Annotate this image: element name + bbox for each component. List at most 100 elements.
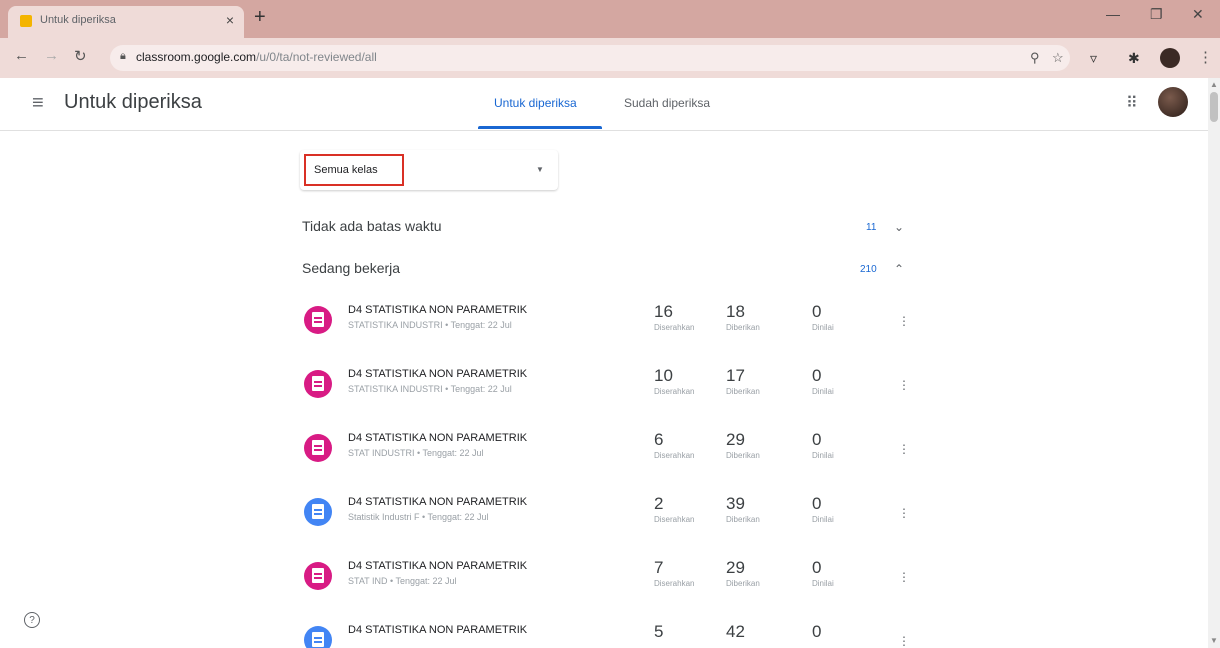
graded-count: 0 <box>812 302 822 321</box>
graded-stat: 0 Dinilai <box>812 430 872 460</box>
extensions-puzzle-icon[interactable]: ✱ <box>1128 50 1140 67</box>
account-avatar[interactable] <box>1158 87 1188 117</box>
classroom-favicon-icon <box>20 15 32 27</box>
assignment-subtitle: STATISTIKA INDUSTRI • Tenggat: 22 Jul <box>348 320 512 330</box>
assignment-icon <box>304 626 332 648</box>
graded-stat: 0 Dinilai <box>812 302 872 332</box>
turned-in-label: Diserahkan <box>654 387 695 396</box>
browser-toolbar: ← → ↻ 🔒︎ classroom.google.com/u/0/ta/not… <box>0 38 1220 79</box>
turned-in-label: Diserahkan <box>654 579 695 588</box>
minimize-icon[interactable]: — <box>1106 6 1120 22</box>
graded-count: 0 <box>812 430 822 449</box>
profile-avatar-icon[interactable] <box>1160 48 1180 68</box>
assignment-subtitle: STAT IND • Tenggat: 22 Jul <box>348 576 457 586</box>
assigned-label: Diberikan <box>726 387 760 396</box>
section-in-progress[interactable]: Sedang bekerja <box>302 260 400 276</box>
filter-selected-value: Semua kelas <box>314 164 378 176</box>
page-scrollbar[interactable]: ▲ ▼ <box>1208 78 1220 648</box>
tab-untuk-diperiksa[interactable]: Untuk diperiksa <box>494 96 577 110</box>
scroll-down-icon[interactable]: ▼ <box>1210 636 1218 645</box>
graded-label: Dinilai <box>812 579 834 588</box>
section-no-due-date[interactable]: Tidak ada batas waktu <box>302 218 442 234</box>
assignment-row[interactable]: D4 STATISTIKA NON PARAMETRIK STAT INDUST… <box>290 420 920 484</box>
chevron-up-icon[interactable]: ⌃ <box>894 262 904 276</box>
turned-in-count: 7 <box>654 558 664 577</box>
turned-in-stat: 6 Diserahkan <box>654 430 714 460</box>
assigned-count: 18 <box>726 302 745 321</box>
assignment-title: D4 STATISTIKA NON PARAMETRIK <box>348 496 528 508</box>
turned-in-stat: 7 Diserahkan <box>654 558 714 588</box>
new-tab-button[interactable]: + <box>254 6 266 29</box>
section-no-due-date-count: 11 <box>866 222 877 233</box>
zoom-icon[interactable]: ⚲ <box>1030 50 1040 66</box>
assigned-stat: 29 Diberikan <box>726 558 786 588</box>
assignment-subtitle: STAT INDUSTRI • Tenggat: 22 Jul <box>348 448 484 458</box>
assignment-row[interactable]: D4 STATISTIKA NON PARAMETRIK STATISTIKA … <box>290 292 920 356</box>
url-path: /u/0/ta/not-reviewed/all <box>256 50 377 64</box>
turned-in-count: 10 <box>654 366 673 385</box>
tab-close-icon[interactable]: × <box>226 12 234 28</box>
more-vert-icon[interactable]: ⋮ <box>898 570 910 584</box>
graded-stat: 0 Dinilai <box>812 558 872 588</box>
window-close-icon[interactable]: ✕ <box>1192 6 1204 23</box>
assignment-row[interactable]: D4 STATISTIKA NON PARAMETRIK 5 42 0 ⋮ <box>290 612 920 648</box>
apps-icon[interactable]: ⠿ <box>1126 93 1138 113</box>
assigned-count: 42 <box>726 622 745 641</box>
scroll-up-icon[interactable]: ▲ <box>1210 80 1218 89</box>
turned-in-stat: 2 Diserahkan <box>654 494 714 524</box>
graded-count: 0 <box>812 366 822 385</box>
assigned-count: 17 <box>726 366 745 385</box>
restore-icon[interactable]: ❐ <box>1150 6 1163 23</box>
help-icon[interactable]: ? <box>24 612 40 628</box>
graded-label: Dinilai <box>812 387 834 396</box>
graded-label: Dinilai <box>812 323 834 332</box>
turned-in-stat: 16 Diserahkan <box>654 302 714 332</box>
back-icon[interactable]: ← <box>14 47 29 64</box>
reload-icon[interactable]: ↻ <box>74 47 87 65</box>
assignment-row[interactable]: D4 STATISTIKA NON PARAMETRIK Statistik I… <box>290 484 920 548</box>
graded-label: Dinilai <box>812 515 834 524</box>
more-vert-icon[interactable]: ⋮ <box>898 442 910 456</box>
address-bar[interactable]: 🔒︎ classroom.google.com/u/0/ta/not-revie… <box>110 45 1070 71</box>
graded-stat: 0 Dinilai <box>812 494 872 524</box>
more-vert-icon[interactable]: ⋮ <box>898 506 910 520</box>
active-tab-indicator <box>478 126 602 129</box>
forward-icon[interactable]: → <box>44 47 59 64</box>
assignment-subtitle: Statistik Industri F • Tenggat: 22 Jul <box>348 512 489 522</box>
class-filter-dropdown[interactable]: Semua kelas ▼ <box>300 150 558 190</box>
assignment-icon <box>304 562 332 590</box>
more-vert-icon[interactable]: ⋮ <box>898 314 910 328</box>
browser-menu-icon[interactable]: ⋮ <box>1198 48 1213 66</box>
turned-in-label: Diserahkan <box>654 451 695 460</box>
page-title: Untuk diperiksa <box>64 91 202 113</box>
menu-icon[interactable]: ≡ <box>32 92 44 115</box>
browser-tab[interactable]: Untuk diperiksa × <box>8 6 244 38</box>
turned-in-stat: 5 <box>654 622 714 642</box>
assignment-icon <box>304 498 332 526</box>
star-icon[interactable]: ☆ <box>1052 50 1064 66</box>
turned-in-count: 6 <box>654 430 664 449</box>
assigned-count: 29 <box>726 430 745 449</box>
graded-label: Dinilai <box>812 451 834 460</box>
url-host: classroom.google.com <box>136 50 257 64</box>
more-vert-icon[interactable]: ⋮ <box>898 634 910 648</box>
assigned-label: Diberikan <box>726 515 760 524</box>
pocket-extension-icon[interactable]: ▿ <box>1090 50 1097 67</box>
assignment-title: D4 STATISTIKA NON PARAMETRIK <box>348 432 528 444</box>
tab-sudah-diperiksa[interactable]: Sudah diperiksa <box>624 96 710 110</box>
scroll-thumb[interactable] <box>1210 92 1218 122</box>
turned-in-count: 16 <box>654 302 673 321</box>
url-text: classroom.google.com/u/0/ta/not-reviewed… <box>136 50 377 64</box>
assignment-row[interactable]: D4 STATISTIKA NON PARAMETRIK STAT IND • … <box>290 548 920 612</box>
assigned-label: Diberikan <box>726 579 760 588</box>
more-vert-icon[interactable]: ⋮ <box>898 378 910 392</box>
assigned-stat: 17 Diberikan <box>726 366 786 396</box>
dropdown-caret-icon: ▼ <box>536 165 544 174</box>
browser-tab-title: Untuk diperiksa <box>40 14 116 26</box>
chevron-down-icon[interactable]: ⌄ <box>894 220 904 234</box>
classroom-header: ≡ Untuk diperiksa Untuk diperiksa Sudah … <box>0 78 1208 131</box>
assignment-row[interactable]: D4 STATISTIKA NON PARAMETRIK STATISTIKA … <box>290 356 920 420</box>
turned-in-label: Diserahkan <box>654 323 695 332</box>
assignment-icon <box>304 434 332 462</box>
assignment-icon <box>304 306 332 334</box>
